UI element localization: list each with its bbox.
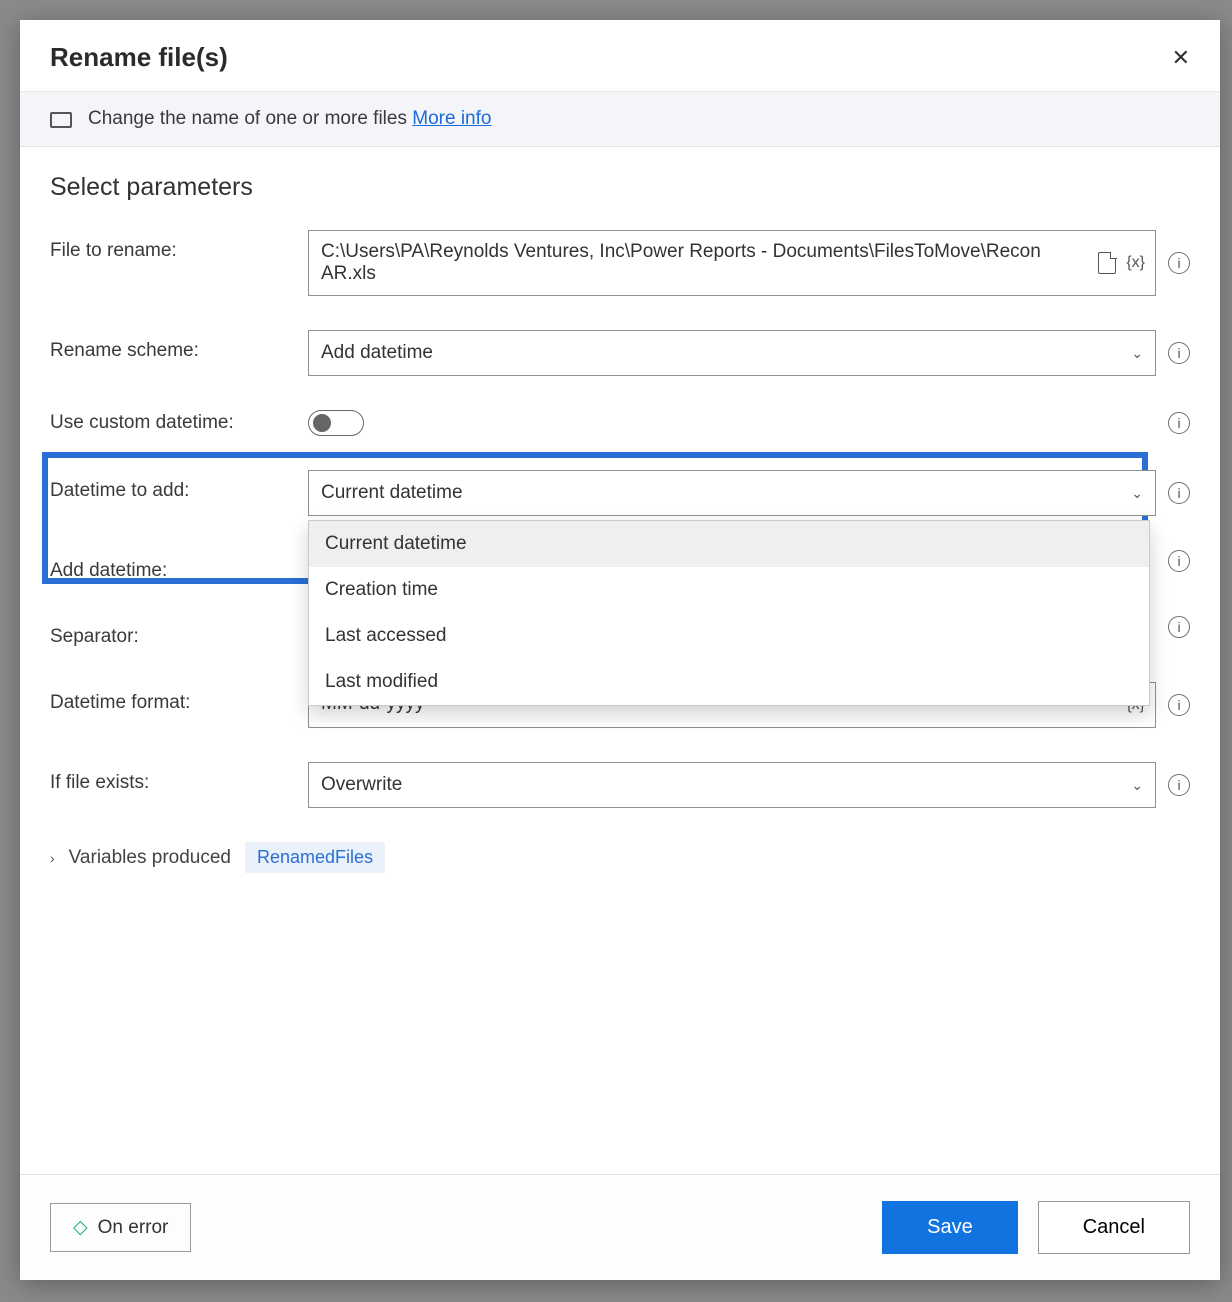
datetime-to-add-select[interactable]: Current datetime ⌄ [308, 470, 1156, 516]
if-file-exists-value: Overwrite [321, 774, 402, 796]
variables-produced-pill[interactable]: RenamedFiles [245, 842, 385, 873]
info-icon[interactable]: i [1168, 550, 1190, 572]
rename-scheme-value: Add datetime [321, 342, 433, 364]
datetime-to-add-dropdown: Current datetime Creation time Last acce… [308, 520, 1150, 706]
dropdown-option-last-accessed[interactable]: Last accessed [309, 613, 1149, 659]
chevron-down-icon: ⌄ [1131, 777, 1143, 794]
info-icon[interactable]: i [1168, 482, 1190, 504]
chevron-right-icon: › [50, 850, 55, 866]
rename-icon [50, 111, 72, 127]
row-use-custom-datetime: Use custom datetime: i [50, 410, 1190, 436]
label-rename-scheme: Rename scheme: [50, 330, 308, 362]
datetime-to-add-value: Current datetime [321, 482, 463, 504]
label-add-datetime: Add datetime: [50, 550, 308, 582]
rename-scheme-select[interactable]: Add datetime ⌄ [308, 330, 1156, 376]
file-picker-icon[interactable] [1098, 252, 1116, 274]
if-file-exists-select[interactable]: Overwrite ⌄ [308, 762, 1156, 808]
label-if-file-exists: If file exists: [50, 762, 308, 794]
label-file-to-rename: File to rename: [50, 230, 308, 262]
use-custom-datetime-toggle[interactable] [308, 410, 364, 436]
label-datetime-to-add: Datetime to add: [50, 470, 308, 502]
section-title: Select parameters [50, 173, 1190, 202]
rename-files-dialog: Rename file(s) ✕ Change the name of one … [20, 20, 1220, 1280]
label-separator: Separator: [50, 616, 308, 648]
dialog-title: Rename file(s) [50, 42, 228, 73]
row-if-file-exists: If file exists: Overwrite ⌄ i [50, 762, 1190, 808]
dialog-titlebar: Rename file(s) ✕ [20, 20, 1220, 91]
row-file-to-rename: File to rename: C:\Users\PA\Reynolds Ven… [50, 230, 1190, 296]
close-icon[interactable]: ✕ [1172, 45, 1190, 71]
file-to-rename-input[interactable]: C:\Users\PA\Reynolds Ventures, Inc\Power… [308, 230, 1156, 296]
description-text: Change the name of one or more files Mor… [88, 108, 491, 130]
info-icon[interactable]: i [1168, 774, 1190, 796]
chevron-down-icon: ⌄ [1131, 485, 1143, 502]
info-icon[interactable]: i [1168, 252, 1190, 274]
shield-icon: ◇ [73, 1216, 88, 1239]
variables-produced-label: Variables produced [69, 847, 231, 869]
label-use-custom-datetime: Use custom datetime: [50, 412, 308, 434]
info-icon[interactable]: i [1168, 694, 1190, 716]
on-error-label: On error [98, 1217, 169, 1239]
on-error-button[interactable]: ◇ On error [50, 1203, 191, 1252]
variables-produced-row[interactable]: › Variables produced RenamedFiles [50, 842, 1190, 873]
save-button[interactable]: Save [882, 1201, 1018, 1254]
file-to-rename-value: C:\Users\PA\Reynolds Ventures, Inc\Power… [321, 241, 1041, 285]
row-rename-scheme: Rename scheme: Add datetime ⌄ i [50, 330, 1190, 376]
cancel-button[interactable]: Cancel [1038, 1201, 1190, 1254]
label-datetime-format: Datetime format: [50, 682, 308, 714]
dropdown-option-last-modified[interactable]: Last modified [309, 659, 1149, 705]
info-icon[interactable]: i [1168, 342, 1190, 364]
dropdown-option-current-datetime[interactable]: Current datetime [309, 521, 1149, 567]
variable-icon[interactable]: {x} [1126, 254, 1145, 272]
more-info-link[interactable]: More info [412, 108, 491, 129]
chevron-down-icon: ⌄ [1131, 345, 1143, 362]
dropdown-option-creation-time[interactable]: Creation time [309, 567, 1149, 613]
info-icon[interactable]: i [1168, 412, 1190, 434]
info-icon[interactable]: i [1168, 616, 1190, 638]
dialog-footer: ◇ On error Save Cancel [20, 1174, 1220, 1280]
dialog-body: Select parameters File to rename: C:\Use… [20, 147, 1220, 1174]
description-bar: Change the name of one or more files Mor… [20, 91, 1220, 147]
row-datetime-to-add: Datetime to add: Current datetime ⌄ i Cu… [50, 470, 1190, 516]
